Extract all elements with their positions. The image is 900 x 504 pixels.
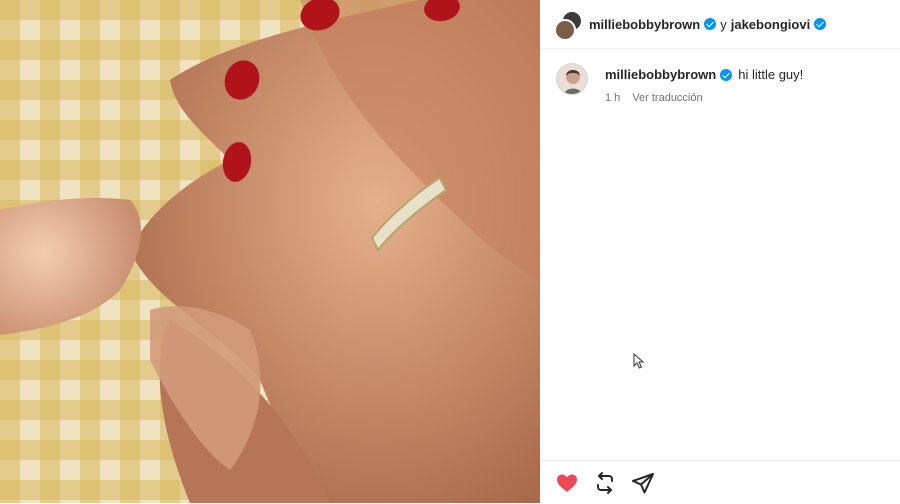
avatar	[554, 19, 576, 41]
verified-badge-icon	[704, 18, 717, 30]
avatar-image	[557, 64, 587, 94]
translate-link[interactable]: Ver traducción	[632, 92, 702, 104]
timestamp[interactable]: 1 h	[605, 92, 620, 104]
like-button[interactable]	[555, 471, 579, 495]
post-header: milliebobbybrown y jakebongiovi	[540, 0, 900, 49]
repost-button[interactable]	[593, 471, 617, 495]
photo-illustration	[0, 0, 540, 503]
verified-badge-icon	[720, 68, 733, 81]
caption-username[interactable]: milliebobbybrown	[605, 67, 716, 82]
heart-icon	[557, 474, 577, 492]
caption-text: hi little guy!	[738, 67, 804, 82]
caption: milliebobbybrown hi little guy! 1 h Ver …	[556, 63, 803, 104]
author-link[interactable]: milliebobbybrown	[589, 17, 700, 32]
action-bar	[540, 460, 900, 504]
joiner-text: y	[720, 16, 727, 32]
caption-line: milliebobbybrown hi little guy!	[605, 67, 803, 82]
caption-body: milliebobbybrown hi little guy! 1 h Ver …	[605, 67, 803, 104]
share-icon	[632, 472, 654, 493]
post-side-panel: milliebobbybrown y jakebongiovi milliebo…	[540, 0, 900, 503]
mouse-cursor-icon	[633, 353, 645, 369]
avatar[interactable]	[556, 63, 588, 95]
post-photo[interactable]	[0, 0, 540, 503]
collab-avatars[interactable]	[554, 10, 583, 41]
coauthor-link[interactable]: jakebongiovi	[731, 17, 810, 32]
share-button[interactable]	[631, 471, 655, 495]
caption-meta: 1 h Ver traducción	[605, 92, 803, 104]
collab-names: milliebobbybrown y jakebongiovi	[589, 16, 827, 32]
verified-badge-icon	[814, 18, 827, 30]
repost-icon	[597, 471, 613, 494]
